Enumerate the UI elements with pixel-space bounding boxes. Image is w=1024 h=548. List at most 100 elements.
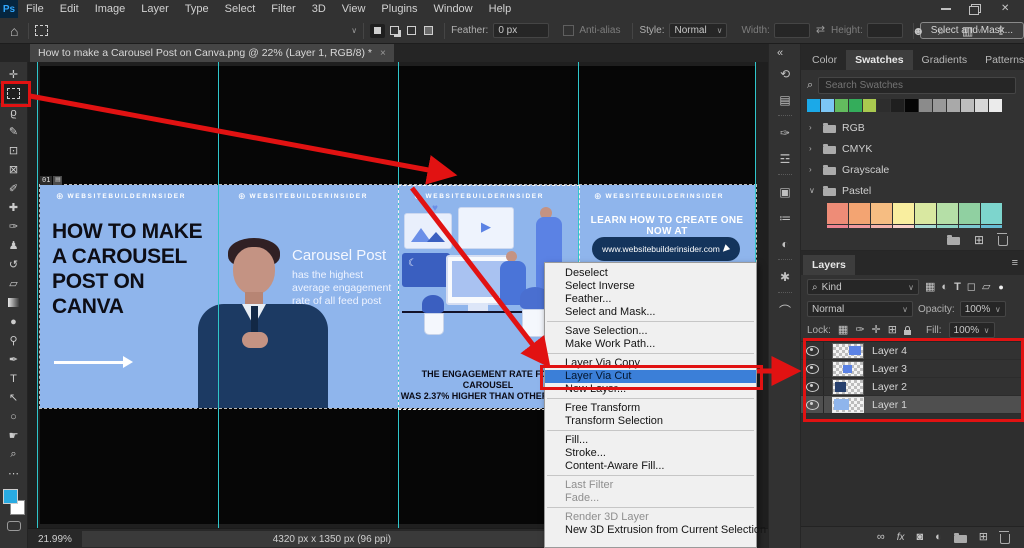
menu-filter[interactable]: Filter bbox=[263, 0, 303, 18]
edit-toolbar-icon[interactable]: ⋯ bbox=[0, 464, 28, 483]
delete-layer-icon[interactable] bbox=[1000, 534, 1010, 544]
swatch[interactable] bbox=[891, 99, 904, 112]
eraser-tool[interactable]: ▱ bbox=[0, 274, 28, 293]
restore-window-icon-front[interactable] bbox=[969, 6, 979, 15]
anti-alias-checkbox[interactable] bbox=[563, 25, 574, 36]
invite-user-icon[interactable]: ☻ bbox=[912, 25, 925, 37]
swatch[interactable] bbox=[947, 99, 960, 112]
rectangular-marquee-tool[interactable] bbox=[0, 84, 28, 103]
swatch[interactable] bbox=[989, 99, 1002, 112]
menu-item-feather[interactable]: Feather... bbox=[545, 293, 756, 306]
frame-tool[interactable]: ⊠ bbox=[0, 160, 28, 179]
menu-plugins[interactable]: Plugins bbox=[373, 0, 425, 18]
menu-item-layer-via-cut[interactable]: Layer Via Cut bbox=[545, 370, 756, 383]
new-layer-icon[interactable]: ⊞ bbox=[979, 532, 988, 543]
menu-item-content-aware-fill[interactable]: Content-Aware Fill... bbox=[545, 460, 756, 473]
filter-type-layers-icon[interactable]: T bbox=[954, 282, 961, 293]
layer-filter-kind-select[interactable]: ⌕ Kind ∨ bbox=[807, 279, 919, 295]
hand-tool[interactable]: ☛ bbox=[0, 426, 28, 445]
selection-add-icon[interactable] bbox=[387, 24, 402, 38]
adjustment-layer-icon[interactable]: ◐ bbox=[935, 532, 942, 543]
tab-gradients[interactable]: Gradients bbox=[913, 50, 977, 70]
collapse-panels-icon[interactable]: « bbox=[777, 48, 801, 59]
layer-row[interactable]: Layer 4 bbox=[801, 342, 1024, 360]
swatch[interactable] bbox=[849, 225, 870, 228]
color-mixer-panel-icon[interactable]: ✱ bbox=[769, 264, 801, 290]
type-tool[interactable]: T bbox=[0, 369, 28, 388]
layer-row-selected[interactable]: Layer 1 bbox=[801, 396, 1024, 414]
search-swatches-input[interactable] bbox=[823, 79, 1011, 92]
swatch[interactable] bbox=[915, 203, 936, 224]
menu-item-new-layer[interactable]: New Layer... bbox=[545, 383, 756, 396]
menu-view[interactable]: View bbox=[334, 0, 374, 18]
layer-row[interactable]: Layer 2 bbox=[801, 378, 1024, 396]
swatch[interactable] bbox=[877, 99, 890, 112]
menu-file[interactable]: File bbox=[18, 0, 52, 18]
swatch[interactable] bbox=[871, 225, 892, 228]
swatch[interactable] bbox=[959, 203, 980, 224]
clone-source-panel-icon[interactable]: ◐ bbox=[769, 231, 801, 257]
swatch[interactable] bbox=[827, 225, 848, 228]
layer-row[interactable]: Layer 3 bbox=[801, 360, 1024, 378]
menu-3d[interactable]: 3D bbox=[304, 0, 334, 18]
swatch[interactable] bbox=[849, 99, 862, 112]
swatch-folder-grayscale[interactable]: ›Grayscale bbox=[801, 159, 1024, 180]
menu-item-make-work-path[interactable]: Make Work Path... bbox=[545, 338, 756, 351]
filter-shape-layers-icon[interactable]: ◻ bbox=[967, 282, 976, 293]
share-icon[interactable]: ⇪ bbox=[996, 25, 1006, 37]
swatch[interactable] bbox=[849, 203, 870, 224]
layer-mask-icon[interactable]: ◙ bbox=[916, 532, 923, 543]
properties-panel-icon[interactable]: ▣ bbox=[769, 179, 801, 205]
lock-transparency-icon[interactable]: ▦ bbox=[838, 325, 848, 336]
layer-visibility-toggle[interactable] bbox=[801, 342, 824, 359]
delete-swatch-icon[interactable] bbox=[998, 236, 1008, 246]
libraries-panel-icon[interactable]: ▤ bbox=[769, 87, 801, 113]
lock-position-icon[interactable]: ✛ bbox=[872, 325, 881, 336]
zoom-tool[interactable]: ⌕ bbox=[0, 445, 28, 464]
swatch[interactable] bbox=[937, 203, 958, 224]
minimize-icon[interactable] bbox=[941, 8, 951, 10]
swatch-folder-rgb[interactable]: ›RGB bbox=[801, 117, 1024, 138]
swatch[interactable] bbox=[933, 99, 946, 112]
menu-image[interactable]: Image bbox=[87, 0, 134, 18]
brush-tool[interactable]: ✑ bbox=[0, 217, 28, 236]
width-input[interactable] bbox=[774, 23, 810, 38]
menu-layer[interactable]: Layer bbox=[133, 0, 177, 18]
swatch[interactable] bbox=[981, 225, 1002, 228]
swatch[interactable] bbox=[975, 99, 988, 112]
layer-visibility-toggle[interactable] bbox=[801, 396, 824, 413]
layer-thumbnail[interactable] bbox=[832, 361, 864, 377]
search-swatches-field[interactable] bbox=[818, 77, 1016, 94]
menu-window[interactable]: Window bbox=[426, 0, 481, 18]
eyedropper-tool[interactable]: ✐ bbox=[0, 179, 28, 198]
dodge-tool[interactable]: ⚲ bbox=[0, 331, 28, 350]
swatch[interactable] bbox=[961, 99, 974, 112]
brushes-panel-icon[interactable]: ☲ bbox=[769, 146, 801, 172]
tool-preset-marquee-icon[interactable] bbox=[35, 25, 48, 36]
selection-subtract-icon[interactable] bbox=[404, 24, 419, 38]
swatch[interactable] bbox=[915, 225, 936, 228]
search-icon[interactable]: ⌕ bbox=[938, 25, 945, 37]
tab-patterns[interactable]: Patterns bbox=[976, 50, 1024, 70]
tab-swatches[interactable]: Swatches bbox=[846, 50, 912, 70]
lock-pixels-icon[interactable]: ✑ bbox=[855, 325, 864, 336]
menu-item-layer-via-copy[interactable]: Layer Via Copy bbox=[545, 357, 756, 370]
path-selection-tool[interactable]: ↖ bbox=[0, 388, 28, 407]
swatch[interactable] bbox=[863, 99, 876, 112]
menu-item-new-3d-extrusion[interactable]: New 3D Extrusion from Current Selection bbox=[545, 524, 756, 537]
filter-toggle-icon[interactable]: ● bbox=[998, 283, 1003, 292]
quick-selection-tool[interactable]: ✎ bbox=[0, 122, 28, 141]
new-swatch-group-icon[interactable] bbox=[947, 237, 960, 245]
swatch[interactable] bbox=[871, 203, 892, 224]
lasso-tool[interactable]: ϱ bbox=[0, 103, 28, 122]
swatch[interactable] bbox=[937, 225, 958, 228]
menu-item-select-inverse[interactable]: Select Inverse bbox=[545, 280, 756, 293]
swatch[interactable] bbox=[919, 99, 932, 112]
document-tab-close-icon[interactable]: × bbox=[380, 48, 386, 59]
menu-item-transform-selection[interactable]: Transform Selection bbox=[545, 415, 756, 428]
adjustments-panel-icon[interactable]: ≔ bbox=[769, 205, 801, 231]
lock-all-icon[interactable] bbox=[904, 330, 911, 335]
foreground-color-swatch[interactable] bbox=[3, 489, 18, 504]
document-info-field[interactable]: 4320 px x 1350 px (96 ppi) ⟩ bbox=[82, 531, 582, 547]
swatch-folder-cmyk[interactable]: ›CMYK bbox=[801, 138, 1024, 159]
